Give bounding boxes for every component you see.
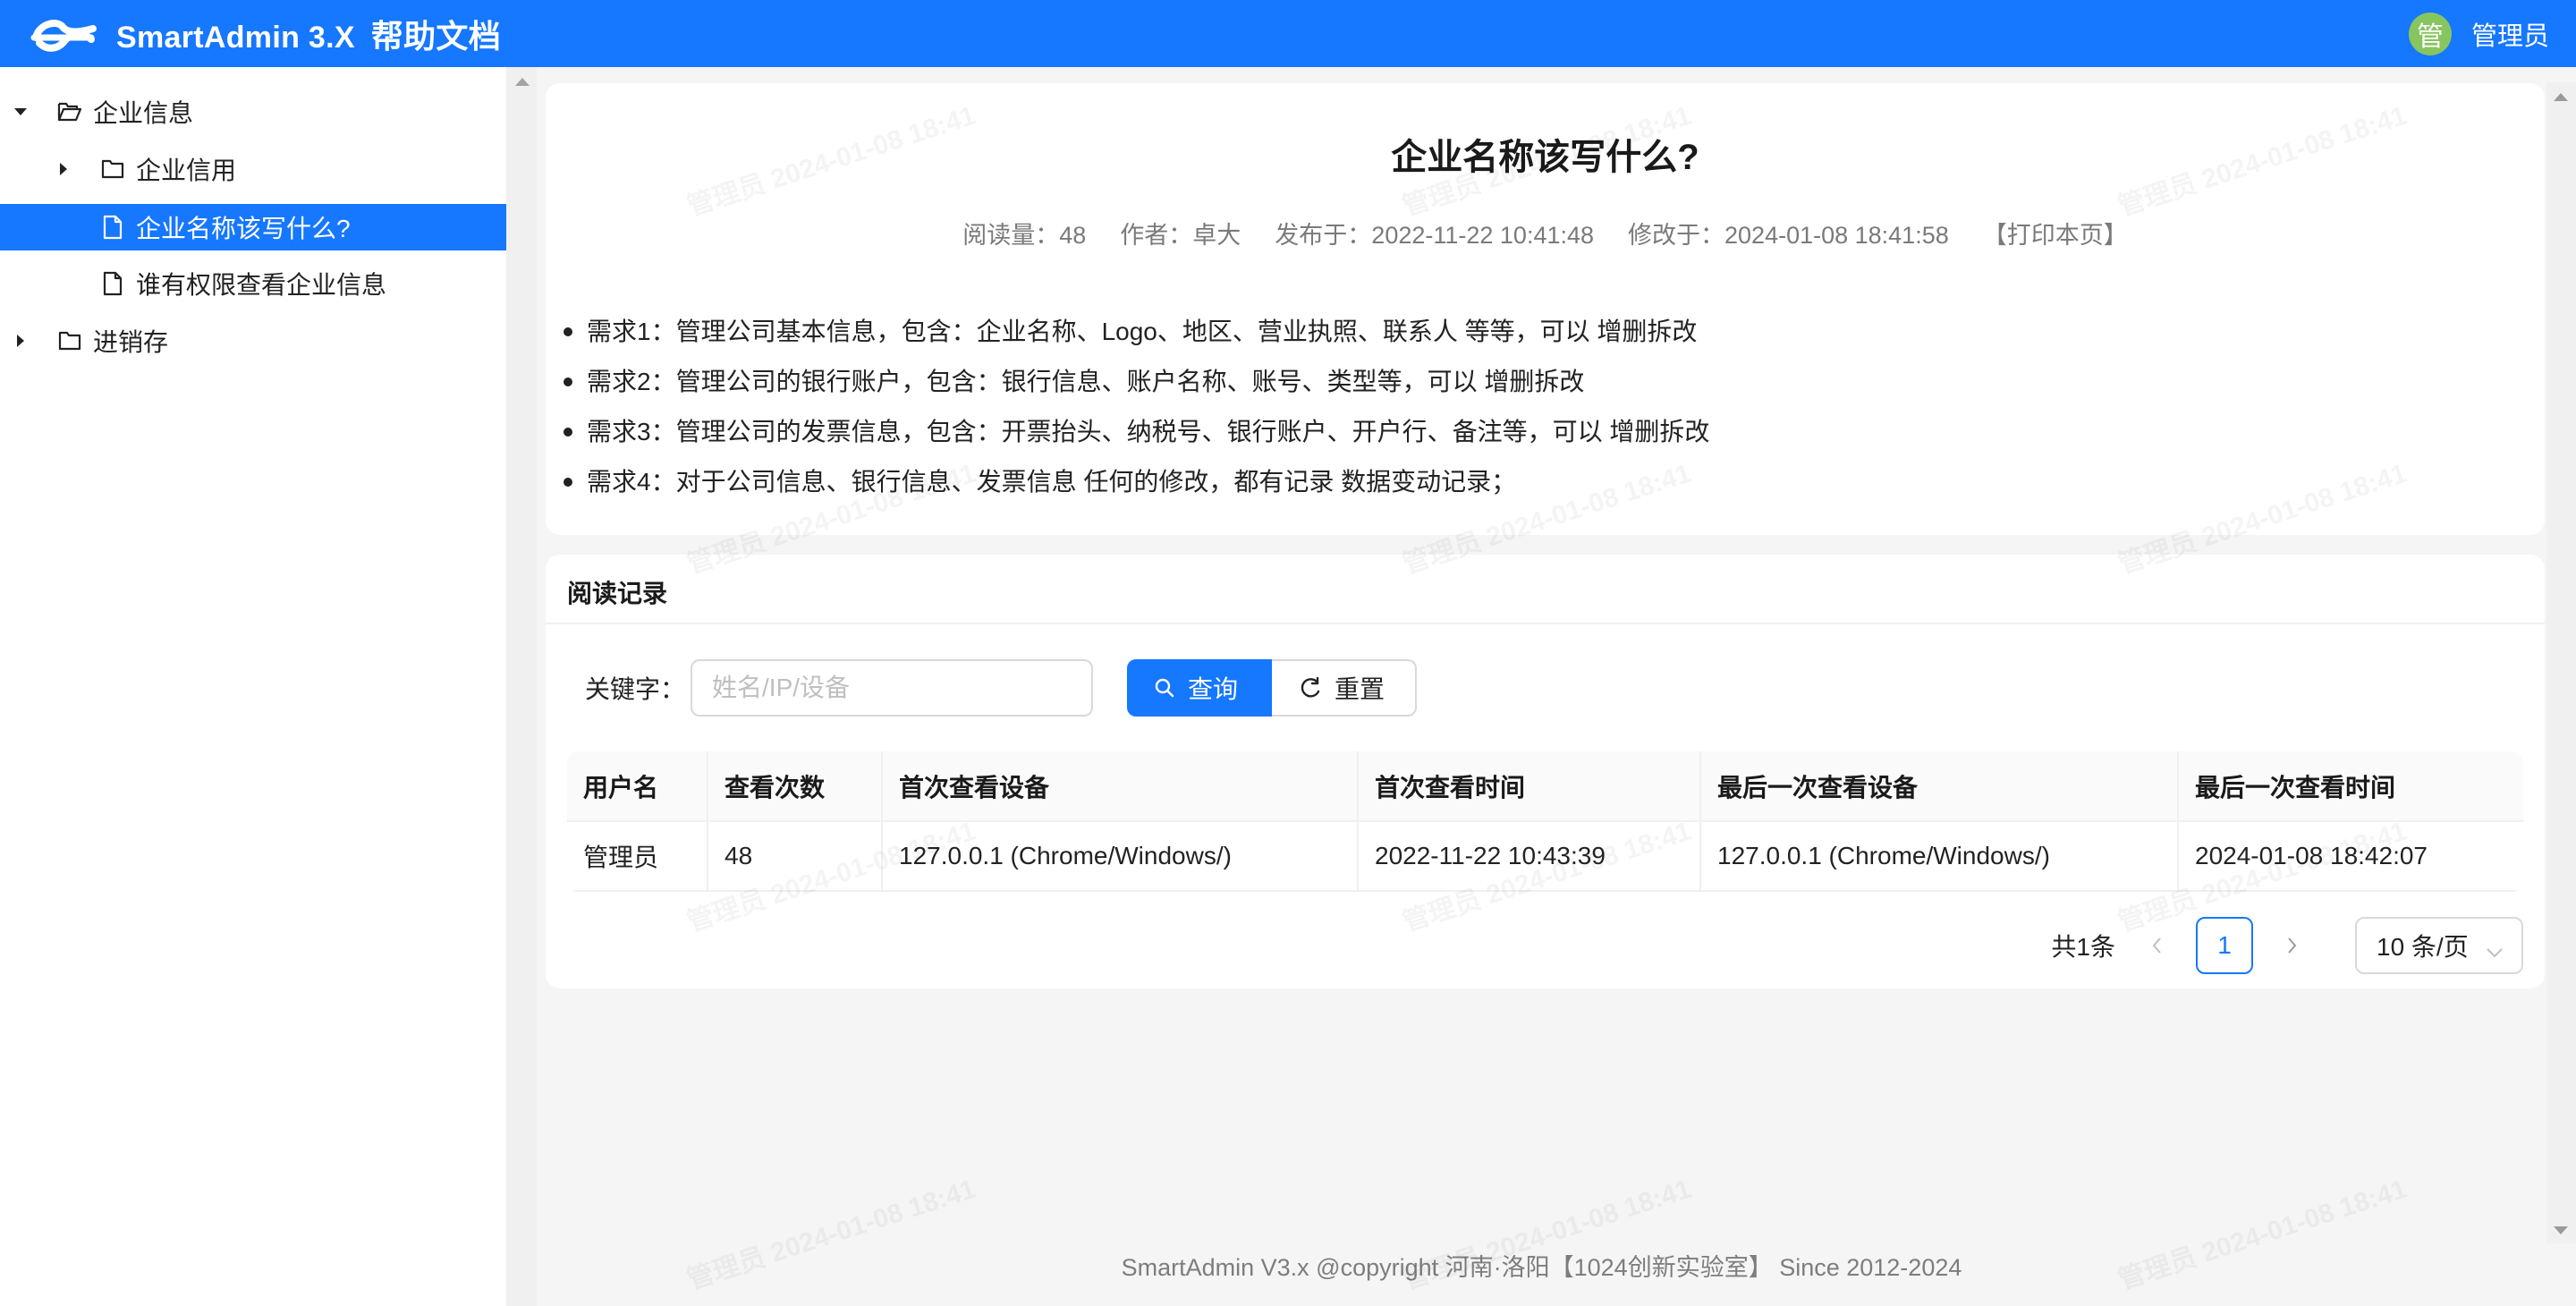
page-size-select[interactable]: 10 条/页: [2355, 917, 2523, 974]
user-name[interactable]: 管理员: [2471, 15, 2549, 53]
tree-node-enterprise-info[interactable]: 企业信息: [0, 90, 506, 133]
column-header[interactable]: 首次查看设备: [882, 751, 1359, 822]
column-header[interactable]: 查看次数: [708, 751, 883, 822]
logo-icon: [27, 13, 100, 55]
view-count: 阅读量：48: [962, 222, 1087, 249]
folder-icon: [100, 157, 125, 182]
pagination: 共1条 1 10 条/页: [2051, 917, 2523, 974]
publish-time: 发布于：2022-11-22 10:41:48: [1275, 222, 1595, 249]
query-button[interactable]: 查询: [1127, 659, 1273, 717]
top-header: SmartAdmin 3.X 帮助文档 管 管理员: [0, 0, 2576, 67]
search-icon: [1154, 677, 1175, 699]
user-menu[interactable]: 管 管理员: [2408, 0, 2549, 67]
caret-right-icon[interactable]: [57, 163, 70, 175]
bullet-icon: [564, 428, 572, 437]
next-page-icon[interactable]: [2275, 928, 2310, 963]
bullet-icon: [564, 327, 572, 336]
keyword-label: 关键字：: [585, 675, 686, 703]
bullet-icon: [564, 478, 572, 487]
cell-view-count: 48: [708, 821, 883, 892]
column-header[interactable]: 用户名: [567, 751, 708, 822]
page-size-value: 10 条/页: [2377, 933, 2469, 961]
tree-node-label: 企业信息: [93, 99, 194, 127]
read-record-table: 用户名 查看次数 首次查看设备 首次查看时间 最后一次查看设备 最后一次查看时间…: [567, 751, 2523, 892]
search-form: 关键字： 查询 重置: [585, 659, 1418, 717]
file-icon: [100, 215, 125, 240]
document-title: 企业名称该写什么?: [1391, 138, 1699, 177]
modify-time: 修改于：2024-01-08 18:41:58: [1628, 222, 1949, 249]
page-scrollbar[interactable]: [2546, 82, 2576, 1243]
column-header[interactable]: 最后一次查看时间: [2178, 751, 2523, 822]
total-count: 共1条: [2051, 933, 2115, 961]
cell-last-device: 127.0.0.1 (Chrome/Windows/): [1700, 821, 2179, 892]
file-icon: [100, 271, 125, 296]
table-row[interactable]: 管理员 48 127.0.0.1 (Chrome/Windows/) 2022-…: [567, 821, 2523, 892]
document-card: 企业名称该写什么? 阅读量：48 作者：卓大 发布于：2022-11-22 10…: [546, 83, 2545, 535]
main-content: 企业名称该写什么? 阅读量：48 作者：卓大 发布于：2022-11-22 10…: [537, 67, 2546, 1306]
card-header: 阅读记录: [546, 555, 2545, 624]
caret-down-icon[interactable]: [14, 106, 27, 118]
doc-tree-sidebar: 企业信息 企业信用 企业名称该写什么? 谁有权限查看企业信息 进销存: [0, 67, 506, 1306]
tree-node-label: 进销存: [93, 328, 169, 356]
cell-username: 管理员: [567, 821, 708, 892]
sidebar-scrollbar[interactable]: [506, 67, 537, 1306]
keyword-input[interactable]: [691, 659, 1094, 717]
search-button-group: 查询 重置: [1127, 659, 1418, 717]
scroll-up-arrow-icon[interactable]: [515, 78, 530, 86]
tree-node-label: 谁有权限查看企业信息: [136, 271, 387, 299]
requirement-text: 需求3：管理公司的发票信息，包含：开票抬头、纳税号、银行账户、开户行、备注等，可…: [587, 418, 1710, 445]
list-item: 需求2：管理公司的银行账户，包含：银行信息、账户名称、账号、类型等，可以 增删拆…: [560, 357, 1709, 407]
folder-icon: [57, 328, 82, 353]
print-page-link[interactable]: 【打印本页】: [1983, 216, 2128, 250]
tree-node-label: 企业信用: [136, 157, 237, 184]
cell-last-time: 2024-01-08 18:42:07: [2178, 821, 2523, 892]
app-subtitle: 帮助文档: [370, 17, 502, 55]
cell-first-time: 2022-11-22 10:43:39: [1358, 821, 1701, 892]
requirement-text: 需求2：管理公司的银行账户，包含：银行信息、账户名称、账号、类型等，可以 增删拆…: [587, 368, 1585, 395]
chevron-down-icon: [2486, 937, 2504, 965]
tree-node-label: 企业名称该写什么?: [136, 215, 351, 242]
document-meta: 阅读量：48 作者：卓大 发布于：2022-11-22 10:41:48 修改于…: [546, 216, 2545, 250]
requirement-list: 需求1：管理公司基本信息，包含：企业名称、Logo、地区、营业执照、联系人 等等…: [560, 307, 1709, 507]
list-item: 需求4：对于公司信息、银行信息、发票信息 任何的修改，都有记录 数据变动记录；: [560, 457, 1709, 507]
cell-first-device: 127.0.0.1 (Chrome/Windows/): [882, 821, 1359, 892]
avatar[interactable]: 管: [2408, 12, 2452, 55]
reload-icon: [1299, 676, 1322, 700]
tree-node-enterprise-credit[interactable]: 企业信用: [0, 148, 506, 191]
app-title: SmartAdmin 3.X 帮助文档: [116, 11, 501, 57]
read-record-card: 阅读记录 关键字： 查询 重置: [546, 555, 2545, 988]
requirement-text: 需求1：管理公司基本信息，包含：企业名称、Logo、地区、营业执照、联系人 等等…: [587, 318, 1698, 345]
column-header[interactable]: 首次查看时间: [1358, 751, 1701, 822]
author: 作者：卓大: [1120, 222, 1241, 249]
reset-button-label: 重置: [1335, 675, 1385, 703]
app-name: SmartAdmin 3.X: [116, 20, 355, 55]
requirement-text: 需求4：对于公司信息、银行信息、发票信息 任何的修改，都有记录 数据变动记录；: [587, 468, 1517, 496]
card-title: 阅读记录: [567, 580, 668, 607]
scroll-down-arrow-icon[interactable]: [2554, 1226, 2568, 1234]
list-item: 需求1：管理公司基本信息，包含：企业名称、Logo、地区、营业执照、联系人 等等…: [560, 307, 1709, 357]
tree-node-enterprise-name[interactable]: 企业名称该写什么?: [0, 204, 506, 250]
caret-right-icon[interactable]: [14, 335, 27, 347]
tree-node-inventory[interactable]: 进销存: [0, 319, 506, 362]
prev-page-icon[interactable]: [2139, 928, 2174, 963]
bullet-icon: [564, 377, 572, 386]
footer-copyright: SmartAdmin V3.x @copyright 河南·洛阳【1024创新实…: [1121, 1254, 1962, 1281]
page-number[interactable]: 1: [2196, 917, 2253, 974]
folder-open-icon: [57, 99, 82, 124]
table-header-row: 用户名 查看次数 首次查看设备 首次查看时间 最后一次查看设备 最后一次查看时间: [567, 751, 2523, 822]
column-header[interactable]: 最后一次查看设备: [1700, 751, 2179, 822]
query-button-label: 查询: [1188, 675, 1239, 703]
list-item: 需求3：管理公司的发票信息，包含：开票抬头、纳税号、银行账户、开户行、备注等，可…: [560, 407, 1709, 457]
reset-button[interactable]: 重置: [1272, 659, 1418, 717]
scroll-up-arrow-icon[interactable]: [2554, 93, 2568, 101]
tree-node-who-can-view[interactable]: 谁有权限查看企业信息: [0, 262, 506, 305]
